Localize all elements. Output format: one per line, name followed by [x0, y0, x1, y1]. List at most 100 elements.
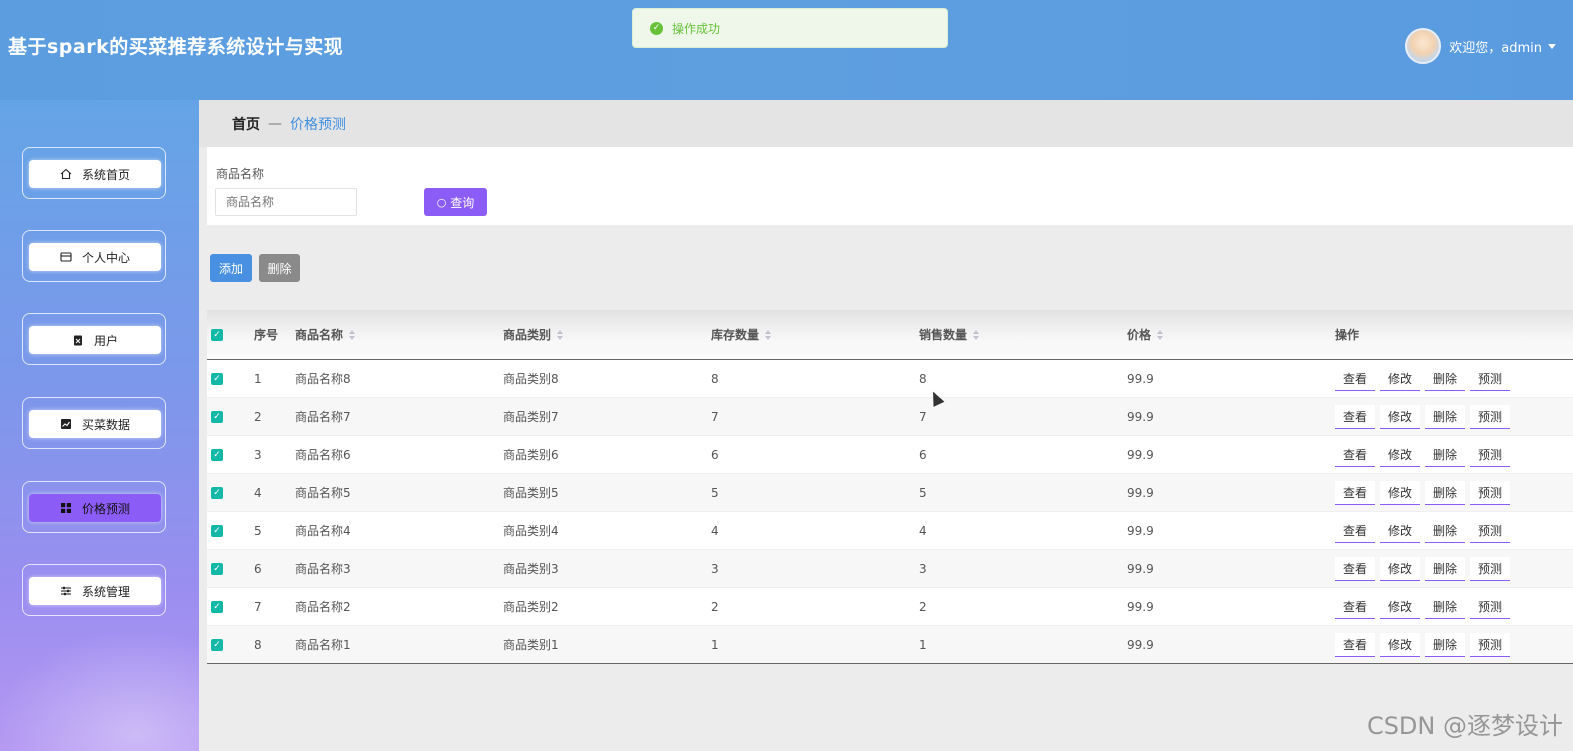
predict-button[interactable]: 预测: [1470, 366, 1511, 391]
cell-category: 商品类别3: [503, 562, 559, 576]
sort-icon[interactable]: [973, 329, 980, 340]
delete-row-button[interactable]: 删除: [1425, 556, 1466, 581]
predict-button[interactable]: 预测: [1470, 480, 1511, 505]
edit-button[interactable]: 修改: [1380, 632, 1421, 657]
row-checkbox[interactable]: ✓: [211, 410, 223, 423]
row-checkbox[interactable]: ✓: [211, 448, 223, 461]
sliders-icon: [60, 586, 71, 596]
edit-button[interactable]: 修改: [1380, 442, 1421, 467]
sidebar-item-grocery-data[interactable]: 买菜数据: [22, 397, 166, 449]
add-button[interactable]: 添加: [210, 254, 252, 282]
data-table: ✓ 序号 商品名称 商品类别 库存数量 销售数量 价格 操作 ✓ 1 商品名称8 商品…: [207, 310, 1573, 664]
sidebar-item-label: 系统管理: [81, 584, 130, 599]
delete-button[interactable]: 删除: [259, 254, 300, 282]
delete-row-button[interactable]: 删除: [1425, 632, 1466, 657]
cell-name: 商品名称2: [295, 600, 351, 614]
sort-icon[interactable]: [349, 329, 356, 340]
cell-price: 99.9: [1127, 523, 1154, 538]
cell-index: 8: [254, 637, 262, 652]
edit-button[interactable]: 修改: [1380, 366, 1421, 391]
table-body: ✓ 1 商品名称8 商品类别8 8 8 99.9 查看 修改 删除 预测 ✓ 2 商品名称7 商品类别7 7 7…: [207, 360, 1573, 664]
breadcrumb-home[interactable]: 首页: [232, 114, 260, 134]
check-circle-icon: ✓: [650, 21, 663, 35]
cell-sales: 6: [919, 447, 927, 462]
edit-button[interactable]: 修改: [1380, 518, 1421, 543]
cell-name: 商品名称6: [295, 448, 351, 462]
delete-row-button[interactable]: 删除: [1425, 594, 1466, 619]
sort-icon[interactable]: [1157, 329, 1164, 340]
search-input[interactable]: [215, 188, 357, 216]
search-button[interactable]: ○ 查询: [424, 188, 487, 216]
view-button[interactable]: 查看: [1335, 480, 1376, 505]
sidebar-item-user[interactable]: 用户: [22, 313, 166, 365]
view-button[interactable]: 查看: [1335, 404, 1376, 429]
header-sales[interactable]: 销售数量: [919, 310, 980, 359]
header-category[interactable]: 商品类别: [503, 310, 564, 359]
cell-price: 99.9: [1127, 561, 1154, 576]
row-checkbox[interactable]: ✓: [211, 638, 223, 651]
header-name[interactable]: 商品名称: [295, 310, 356, 359]
search-button-label: 查询: [450, 195, 475, 210]
edit-button[interactable]: 修改: [1380, 404, 1421, 429]
header-price[interactable]: 价格: [1127, 310, 1164, 359]
view-button[interactable]: 查看: [1335, 518, 1376, 543]
row-actions: 查看 修改 删除 预测: [1335, 360, 1515, 397]
sidebar-item-home[interactable]: 系统首页: [22, 147, 166, 199]
predict-button[interactable]: 预测: [1470, 594, 1511, 619]
breadcrumb: 首页 — 价格预测: [199, 100, 1573, 147]
edit-button[interactable]: 修改: [1380, 480, 1421, 505]
row-actions: 查看 修改 删除 预测: [1335, 436, 1515, 473]
view-button[interactable]: 查看: [1335, 366, 1376, 391]
row-checkbox[interactable]: ✓: [211, 562, 223, 575]
edit-button[interactable]: 修改: [1380, 594, 1421, 619]
predict-button[interactable]: 预测: [1470, 404, 1511, 429]
cell-index: 7: [254, 599, 262, 614]
edit-button[interactable]: 修改: [1380, 556, 1421, 581]
delete-row-button[interactable]: 删除: [1425, 442, 1466, 467]
cell-index: 2: [254, 409, 262, 424]
sort-icon[interactable]: [765, 329, 772, 340]
predict-button[interactable]: 预测: [1470, 442, 1511, 467]
chevron-down-icon[interactable]: [1548, 43, 1556, 49]
table-header: ✓ 序号 商品名称 商品类别 库存数量 销售数量 价格 操作: [207, 310, 1573, 360]
delete-row-button[interactable]: 删除: [1425, 480, 1466, 505]
view-button[interactable]: 查看: [1335, 632, 1376, 657]
delete-row-button[interactable]: 删除: [1425, 366, 1466, 391]
cell-category: 商品类别8: [503, 372, 559, 386]
delete-row-button[interactable]: 删除: [1425, 404, 1466, 429]
avatar[interactable]: [1405, 28, 1442, 64]
cell-index: 5: [254, 523, 262, 538]
sidebar-item-personal-center[interactable]: 个人中心: [22, 230, 166, 282]
cell-stock: 2: [711, 599, 719, 614]
sidebar-item-price-forecast[interactable]: 价格预测: [22, 481, 166, 533]
user-menu[interactable]: 欢迎您，admin: [1405, 28, 1556, 64]
row-actions: 查看 修改 删除 预测: [1335, 474, 1515, 511]
select-all-checkbox[interactable]: ✓: [211, 328, 223, 341]
sidebar-item-label: 系统首页: [81, 167, 130, 182]
predict-button[interactable]: 预测: [1470, 518, 1511, 543]
sort-icon[interactable]: [557, 329, 564, 340]
sidebar-item-system-management[interactable]: 系统管理: [22, 564, 166, 616]
predict-button[interactable]: 预测: [1470, 632, 1511, 657]
user-greeting[interactable]: 欢迎您，admin: [1449, 37, 1542, 56]
row-checkbox[interactable]: ✓: [211, 600, 223, 613]
breadcrumb-separator: —: [268, 115, 282, 132]
view-button[interactable]: 查看: [1335, 594, 1376, 619]
cell-name: 商品名称7: [295, 410, 351, 424]
delete-row-button[interactable]: 删除: [1425, 518, 1466, 543]
top-header: 基于spark的买菜推荐系统设计与实现 ✓ 操作成功 欢迎您，admin: [0, 0, 1573, 100]
table-row: ✓ 6 商品名称3 商品类别3 3 3 99.9 查看 修改 删除 预测: [207, 550, 1573, 588]
row-checkbox[interactable]: ✓: [211, 524, 223, 537]
row-checkbox[interactable]: ✓: [211, 372, 223, 385]
row-actions: 查看 修改 删除 预测: [1335, 626, 1515, 663]
cell-stock: 8: [711, 371, 719, 386]
view-button[interactable]: 查看: [1335, 556, 1376, 581]
cell-stock: 4: [711, 523, 719, 538]
header-stock[interactable]: 库存数量: [711, 310, 772, 359]
cell-category: 商品类别4: [503, 524, 559, 538]
sidebar-item-label: 个人中心: [81, 250, 130, 265]
predict-button[interactable]: 预测: [1470, 556, 1511, 581]
view-button[interactable]: 查看: [1335, 442, 1376, 467]
row-checkbox[interactable]: ✓: [211, 486, 223, 499]
cell-sales: 8: [919, 371, 927, 386]
